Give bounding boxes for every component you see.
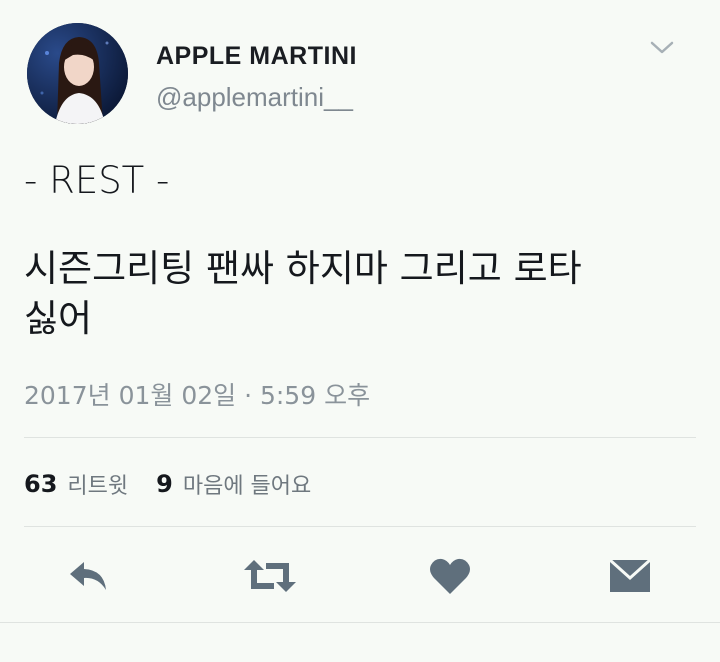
retweets-label: 리트윗 bbox=[67, 474, 129, 499]
retweet-icon bbox=[244, 560, 296, 592]
like-button[interactable] bbox=[420, 552, 480, 600]
likes-stat[interactable]: 9 마음에 들어요 bbox=[156, 468, 311, 500]
tweet-line: 시즌그리팅 팬싸 하지마 그리고 로타 bbox=[24, 247, 582, 290]
avatar[interactable] bbox=[27, 23, 128, 124]
likes-count: 9 bbox=[156, 470, 173, 498]
display-name[interactable]: APPLE MARTINI bbox=[156, 42, 357, 71]
reply-icon bbox=[70, 562, 106, 590]
retweets-stat[interactable]: 63 리트윗 bbox=[24, 468, 128, 500]
tweet-line: 싫어 bbox=[24, 297, 93, 340]
direct-message-button[interactable] bbox=[600, 552, 660, 600]
user-handle[interactable]: @applemartini__ bbox=[156, 82, 353, 113]
envelope-icon bbox=[608, 558, 652, 592]
engagement-stats: 63 리트윗 9 마음에 들어요 bbox=[24, 468, 339, 500]
more-options-button[interactable] bbox=[648, 38, 676, 58]
tweet-timestamp: 2017년 01월 02일 · 5:59 오후 bbox=[24, 381, 371, 410]
tweet-line: - REST - bbox=[24, 159, 170, 202]
chevron-down-icon bbox=[650, 41, 674, 54]
retweet-button[interactable] bbox=[240, 552, 300, 600]
tweet-text: - REST - 시즌그리팅 팬싸 하지마 그리고 로타 싫어 bbox=[24, 156, 684, 344]
retweets-count: 63 bbox=[24, 470, 58, 498]
divider bbox=[24, 437, 696, 438]
reply-button[interactable] bbox=[58, 552, 118, 600]
likes-label: 마음에 들어요 bbox=[182, 474, 312, 499]
divider bbox=[0, 622, 720, 623]
heart-icon bbox=[430, 558, 470, 594]
divider bbox=[24, 526, 696, 527]
